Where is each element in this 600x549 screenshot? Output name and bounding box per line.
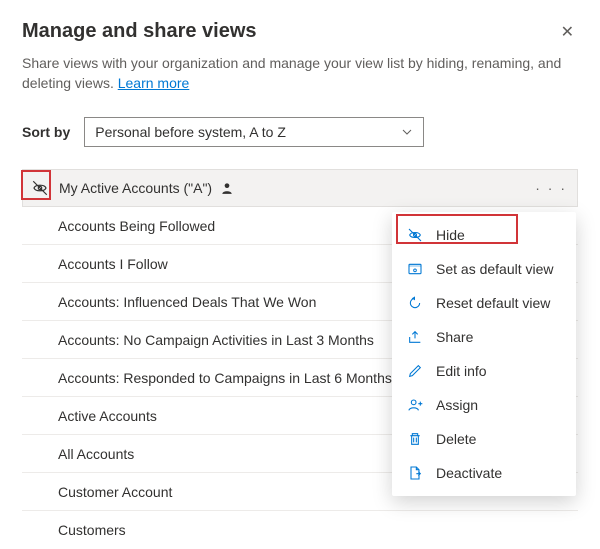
- menu-item-label: Set as default view: [436, 261, 554, 277]
- context-menu: Hide Set as default view Reset default v…: [392, 212, 576, 496]
- menu-item-reset-default[interactable]: Reset default view: [392, 286, 576, 320]
- view-name: All Accounts: [58, 446, 134, 462]
- reset-icon: [406, 294, 424, 312]
- view-row[interactable]: Customers: [22, 511, 578, 549]
- sort-by-select[interactable]: Personal before system, A to Z: [84, 117, 424, 147]
- view-name: Accounts: No Campaign Activities in Last…: [58, 332, 374, 348]
- view-name: Accounts I Follow: [58, 256, 168, 272]
- view-name: Accounts: Influenced Deals That We Won: [58, 294, 316, 310]
- menu-item-label: Share: [436, 329, 473, 345]
- menu-item-set-default[interactable]: Set as default view: [392, 252, 576, 286]
- chevron-down-icon: [401, 126, 413, 138]
- edit-icon: [406, 362, 424, 380]
- view-name: Active Accounts: [58, 408, 157, 424]
- deactivate-icon: [406, 464, 424, 482]
- hide-icon: [406, 226, 424, 244]
- more-actions-button[interactable]: · · ·: [535, 180, 567, 196]
- menu-item-hide[interactable]: Hide: [392, 218, 576, 252]
- menu-item-assign[interactable]: Assign: [392, 388, 576, 422]
- view-row[interactable]: My Active Accounts ("A") · · ·: [22, 169, 578, 207]
- learn-more-link[interactable]: Learn more: [118, 75, 190, 91]
- view-name: Customer Account: [58, 484, 172, 500]
- menu-item-label: Edit info: [436, 363, 487, 379]
- sort-by-value: Personal before system, A to Z: [95, 124, 286, 140]
- menu-item-label: Assign: [436, 397, 478, 413]
- menu-item-label: Deactivate: [436, 465, 502, 481]
- menu-item-label: Delete: [436, 431, 476, 447]
- assign-icon: [406, 396, 424, 414]
- dialog-title: Manage and share views: [22, 20, 257, 43]
- sort-by-label: Sort by: [22, 124, 70, 140]
- close-button[interactable]: ✕: [557, 20, 578, 44]
- subtitle-text: Share views with your organization and m…: [22, 55, 561, 91]
- view-name: Accounts Being Followed: [58, 218, 215, 234]
- menu-item-share[interactable]: Share: [392, 320, 576, 354]
- menu-item-delete[interactable]: Delete: [392, 422, 576, 456]
- share-icon: [406, 328, 424, 346]
- menu-item-label: Hide: [436, 227, 465, 243]
- dialog-subtitle: Share views with your organization and m…: [22, 54, 578, 93]
- menu-item-label: Reset default view: [436, 295, 550, 311]
- hide-icon: [29, 177, 51, 199]
- delete-icon: [406, 430, 424, 448]
- menu-item-deactivate[interactable]: Deactivate: [392, 456, 576, 490]
- view-name: Accounts: Responded to Campaigns in Last…: [58, 370, 392, 386]
- menu-item-edit-info[interactable]: Edit info: [392, 354, 576, 388]
- person-icon: [220, 181, 234, 195]
- default-view-icon: [406, 260, 424, 278]
- view-name: Customers: [58, 522, 126, 538]
- view-name: My Active Accounts ("A"): [59, 180, 212, 196]
